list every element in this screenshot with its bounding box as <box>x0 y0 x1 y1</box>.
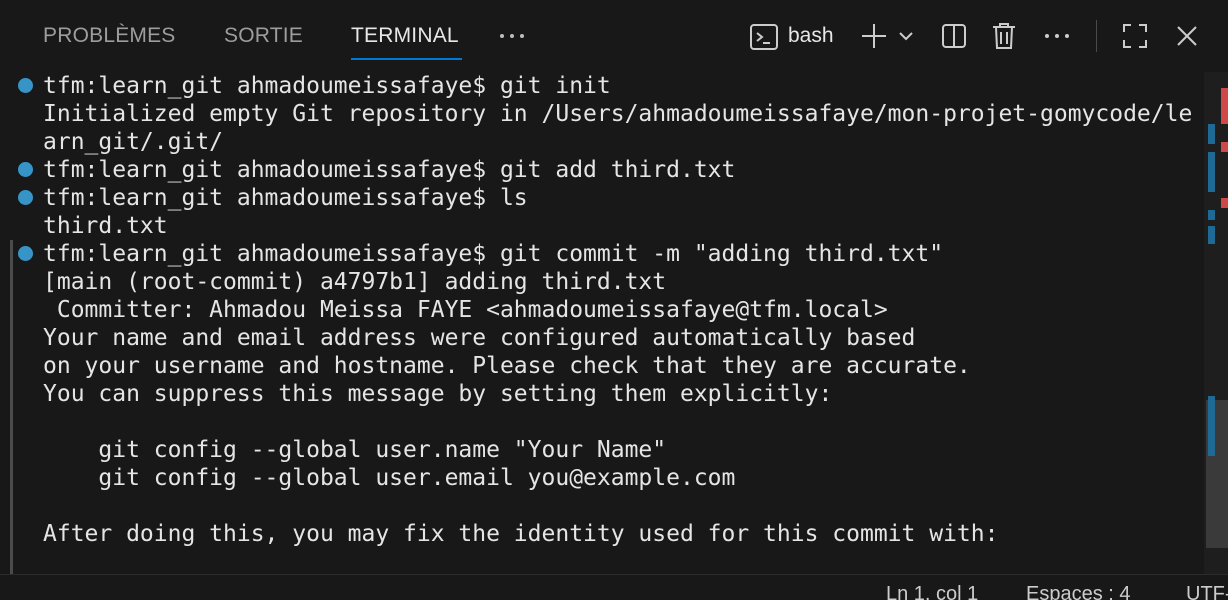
chevron-down-icon[interactable] <box>898 30 914 42</box>
cursor-position[interactable]: Ln 1, col 1 <box>886 583 978 600</box>
terminal-command-line: tfm:learn_git ahmadoumeissafaye$ git add… <box>43 157 736 183</box>
split-editor-icon[interactable] <box>941 22 967 50</box>
terminal-icon[interactable] <box>749 22 779 52</box>
plus-icon[interactable] <box>860 22 888 50</box>
terminal-command-line: tfm:learn_git ahmadoumeissafaye$ ls <box>43 185 528 211</box>
tab-terminal[interactable]: TERMINAL <box>351 24 459 48</box>
close-icon[interactable] <box>1175 24 1199 48</box>
panel-header: PROBLÈMES SORTIE TERMINAL bash <box>0 0 1228 72</box>
terminal-output-line: git config --global user.name "Your Name… <box>43 437 667 463</box>
terminal-output-line: arn_git/.git/ <box>43 129 224 155</box>
terminal-output-line: Initialized empty Git repository in /Use… <box>43 101 1193 127</box>
ruler-mark-error <box>1221 142 1228 152</box>
encoding[interactable]: UTF-8 <box>1186 583 1228 600</box>
terminal-output-line: git config --global user.email you@examp… <box>43 465 736 491</box>
ellipsis-icon[interactable] <box>1043 22 1071 50</box>
command-decoration-bar <box>10 240 13 574</box>
terminal-output-line: [main (root-commit) a4797b1] adding thir… <box>43 269 667 295</box>
terminal-command-line: tfm:learn_git ahmadoumeissafaye$ git com… <box>43 241 944 267</box>
ruler-mark <box>1208 152 1215 192</box>
ruler-mark <box>1208 210 1215 220</box>
ruler-mark-error <box>1221 88 1228 124</box>
more-tabs-ellipsis-icon[interactable] <box>497 22 527 50</box>
terminal-output-line: Your name and email address were configu… <box>43 325 916 351</box>
terminal-output-line: Committer: Ahmadou Meissa FAYE <ahmadoum… <box>43 297 888 323</box>
ruler-mark <box>1208 396 1215 456</box>
terminal-output-line: After doing this, you may fix the identi… <box>43 521 999 547</box>
command-status-dot[interactable] <box>18 190 33 205</box>
command-status-dot[interactable] <box>18 246 33 261</box>
status-bar: Ln 1, col 1 Espaces : 4 UTF-8 <box>0 574 1228 600</box>
ruler-mark <box>1208 226 1215 244</box>
indentation[interactable]: Espaces : 4 <box>1026 583 1131 600</box>
terminal-output-line: third.txt <box>43 213 168 239</box>
toolbar-divider <box>1096 20 1097 52</box>
trash-icon[interactable] <box>991 21 1017 51</box>
terminal-name[interactable]: bash <box>788 24 834 48</box>
active-tab-indicator <box>351 58 462 60</box>
terminal-output[interactable]: tfm:learn_git ahmadoumeissafaye$ git ini… <box>0 72 1204 574</box>
command-status-dot[interactable] <box>18 162 33 177</box>
ruler-mark <box>1208 124 1215 144</box>
tab-output[interactable]: SORTIE <box>224 24 303 48</box>
tab-problems[interactable]: PROBLÈMES <box>43 24 176 48</box>
maximize-icon[interactable] <box>1121 22 1149 50</box>
terminal-command-line: tfm:learn_git ahmadoumeissafaye$ git ini… <box>43 73 611 99</box>
terminal-output-line: You can suppress this message by setting… <box>43 381 833 407</box>
terminal-output-line: on your username and hostname. Please ch… <box>43 353 971 379</box>
ruler-mark-error <box>1221 198 1228 208</box>
command-status-dot[interactable] <box>18 78 33 93</box>
